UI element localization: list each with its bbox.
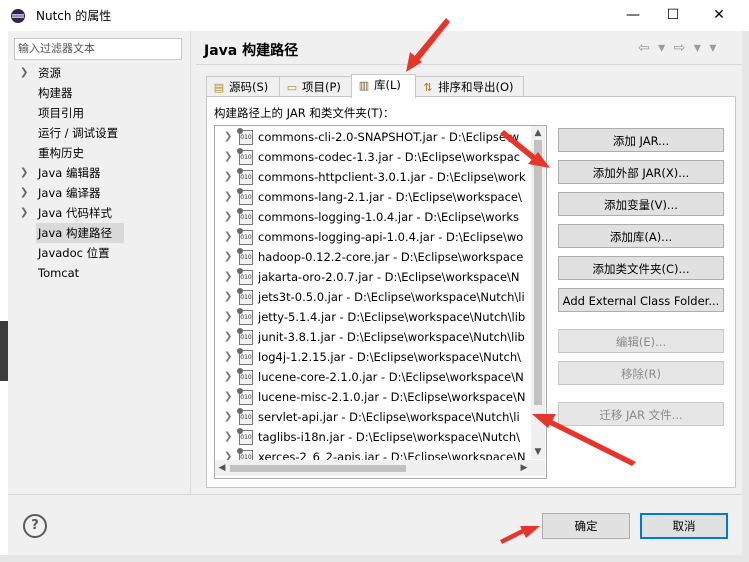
tree-item-builders[interactable]: 构建器 [14,83,190,103]
add-external-class-folder-button[interactable]: Add External Class Folder... [558,288,724,312]
tab-libraries[interactable]: ▥ 库(L) [351,74,416,98]
vertical-scrollbar[interactable]: ▲ ▼ [531,126,545,459]
chevron-right-icon[interactable]: ❯ [20,203,28,223]
scroll-down-icon[interactable]: ▼ [531,445,545,459]
tree-item-java-build-path[interactable]: Java 构建路径 [14,223,190,243]
add-external-jar-button[interactable]: 添加外部 JAR(X)... [558,160,724,184]
jar-file-icon: 010 [237,308,253,325]
libraries-panel: 构建路径上的 JAR 和类文件夹(T)： ❯ 010 commons-cli-2.0… [206,96,736,488]
divider [8,494,742,495]
add-variable-button[interactable]: 添加变量(V)... [558,192,724,216]
tree-item-java-code-style[interactable]: ❯ Java 代码样式 [14,203,190,223]
chevron-right-icon[interactable]: ❯ [224,367,232,387]
tab-order-and-export[interactable]: ⇅ 排序和导出(O) [415,76,524,97]
chevron-right-icon[interactable]: ❯ [224,387,232,407]
filter-box [14,38,182,60]
background-window-edge [0,31,8,562]
chevron-right-icon[interactable]: ❯ [20,63,28,83]
property-tree: ❯ 资源 构建器 项目引用 运行 / 调试设置 重构历史 ❯ Java 编辑器 ❯ J… [14,63,190,283]
chevron-right-icon[interactable]: ❯ [224,167,232,187]
jar-file-icon: 010 [237,348,253,365]
tree-item-java-compiler[interactable]: ❯ Java 编译器 [14,183,190,203]
chevron-right-icon[interactable]: ❯ [224,407,232,427]
chevron-right-icon[interactable]: ❯ [224,227,232,247]
scrollbar-thumb[interactable] [534,140,542,405]
chevron-right-icon[interactable]: ❯ [224,427,232,447]
jar-file-icon: 010 [237,208,253,225]
tree-item-refactoring-history[interactable]: 重构历史 [14,143,190,163]
cancel-button[interactable]: 取消 [640,513,728,539]
tree-item-javadoc-location[interactable]: Javadoc 位置 [14,243,190,263]
tab-source[interactable]: ▤ 源码(S) [206,76,280,97]
jar-file-icon: 010 [237,148,253,165]
chevron-right-icon[interactable]: ❯ [20,163,28,183]
jar-file-icon: 010 [237,168,253,185]
add-jar-button[interactable]: 添加 JAR... [558,128,724,152]
jar-file-icon: 010 [237,388,253,405]
jar-file-icon: 010 [237,288,253,305]
close-button[interactable]: ✕ [696,0,742,31]
horizontal-scrollbar[interactable]: ◀ ▶ [215,460,531,476]
chevron-right-icon[interactable]: ❯ [20,183,28,203]
scroll-corner [531,460,545,476]
project-icon: ▭ [286,81,298,94]
chevron-right-icon[interactable]: ❯ [224,207,232,227]
ok-button[interactable]: 确定 [542,513,630,539]
source-folder-icon: ▤ [213,81,225,94]
jar-file-icon: 010 [237,228,253,245]
scroll-right-icon[interactable]: ▶ [517,460,531,476]
annotation-arrow-icon [500,528,526,544]
title-bar: Nutch 的属性 — ☐ ✕ [0,0,749,31]
tab-projects[interactable]: ▭ 项目(P) [279,76,352,97]
chevron-right-icon[interactable]: ❯ [224,127,232,147]
jar-file-icon: 010 [237,368,253,385]
annotation-arrow-icon [406,52,422,72]
jar-file-icon: 010 [237,268,253,285]
window-border [742,31,749,562]
scrollbar-thumb[interactable] [230,465,406,472]
jar-file-icon: 010 [237,128,253,145]
edit-button[interactable]: 编辑(E)... [558,329,724,353]
scroll-left-icon[interactable]: ◀ [215,460,229,476]
add-class-folder-button[interactable]: 添加类文件夹(C)... [558,256,724,280]
migrate-jar-button[interactable]: 迁移 JAR 文件... [558,402,724,426]
maximize-button[interactable]: ☐ [650,0,696,31]
remove-button[interactable]: 移除(R) [558,361,724,385]
jar-file-icon: 010 [237,248,253,265]
tree-item-resources[interactable]: ❯ 资源 [14,63,190,83]
chevron-right-icon[interactable]: ❯ [224,327,232,347]
eclipse-logo-icon [11,9,25,23]
add-library-button[interactable]: 添加库(A)... [558,224,724,248]
window-title: Nutch 的属性 [36,9,112,23]
chevron-right-icon[interactable]: ❯ [224,247,232,267]
jar-file-icon: 010 [237,408,253,425]
tree-item-tomcat[interactable]: Tomcat [14,263,190,283]
divider [196,64,742,65]
order-export-icon: ⇅ [423,81,433,94]
filter-input[interactable] [15,39,178,57]
jar-list[interactable]: ❯ 010 commons-cli-2.0-SNAPSHOT.jar - D:\Ec… [214,125,547,479]
window-border [0,555,749,562]
chevron-right-icon[interactable]: ❯ [224,307,232,327]
jar-file-icon: 010 [237,328,253,345]
jar-list-label: 构建路径上的 JAR 和类文件夹(T)： [214,106,395,120]
annotation-arrow-icon [520,526,540,538]
page-history-nav[interactable]: ⇦ ▾ ⇨ ▾ ▾ [638,40,718,56]
jar-file-icon: 010 [237,428,253,445]
chevron-right-icon[interactable]: ❯ [224,347,232,367]
chevron-right-icon[interactable]: ❯ [224,147,232,167]
help-icon[interactable]: ? [23,514,47,538]
chevron-right-icon[interactable]: ❯ [224,267,232,287]
properties-dialog: Nutch 的属性 — ☐ ✕ ❯资源 构建器 项目引用 运行 / 调试设置 重… [0,0,749,562]
chevron-right-icon[interactable]: ❯ [224,287,232,307]
library-icon: ▥ [358,79,370,92]
page-title: Java 构建路径 [204,43,299,59]
scroll-up-icon[interactable]: ▲ [531,126,545,140]
tree-item-java-editor[interactable]: ❯ Java 编辑器 [14,163,190,183]
sash[interactable] [190,31,191,494]
tree-item-run-debug-settings[interactable]: 运行 / 调试设置 [14,123,190,143]
jar-file-icon: 010 [237,188,253,205]
tree-item-project-references[interactable]: 项目引用 [14,103,190,123]
chevron-right-icon[interactable]: ❯ [224,187,232,207]
